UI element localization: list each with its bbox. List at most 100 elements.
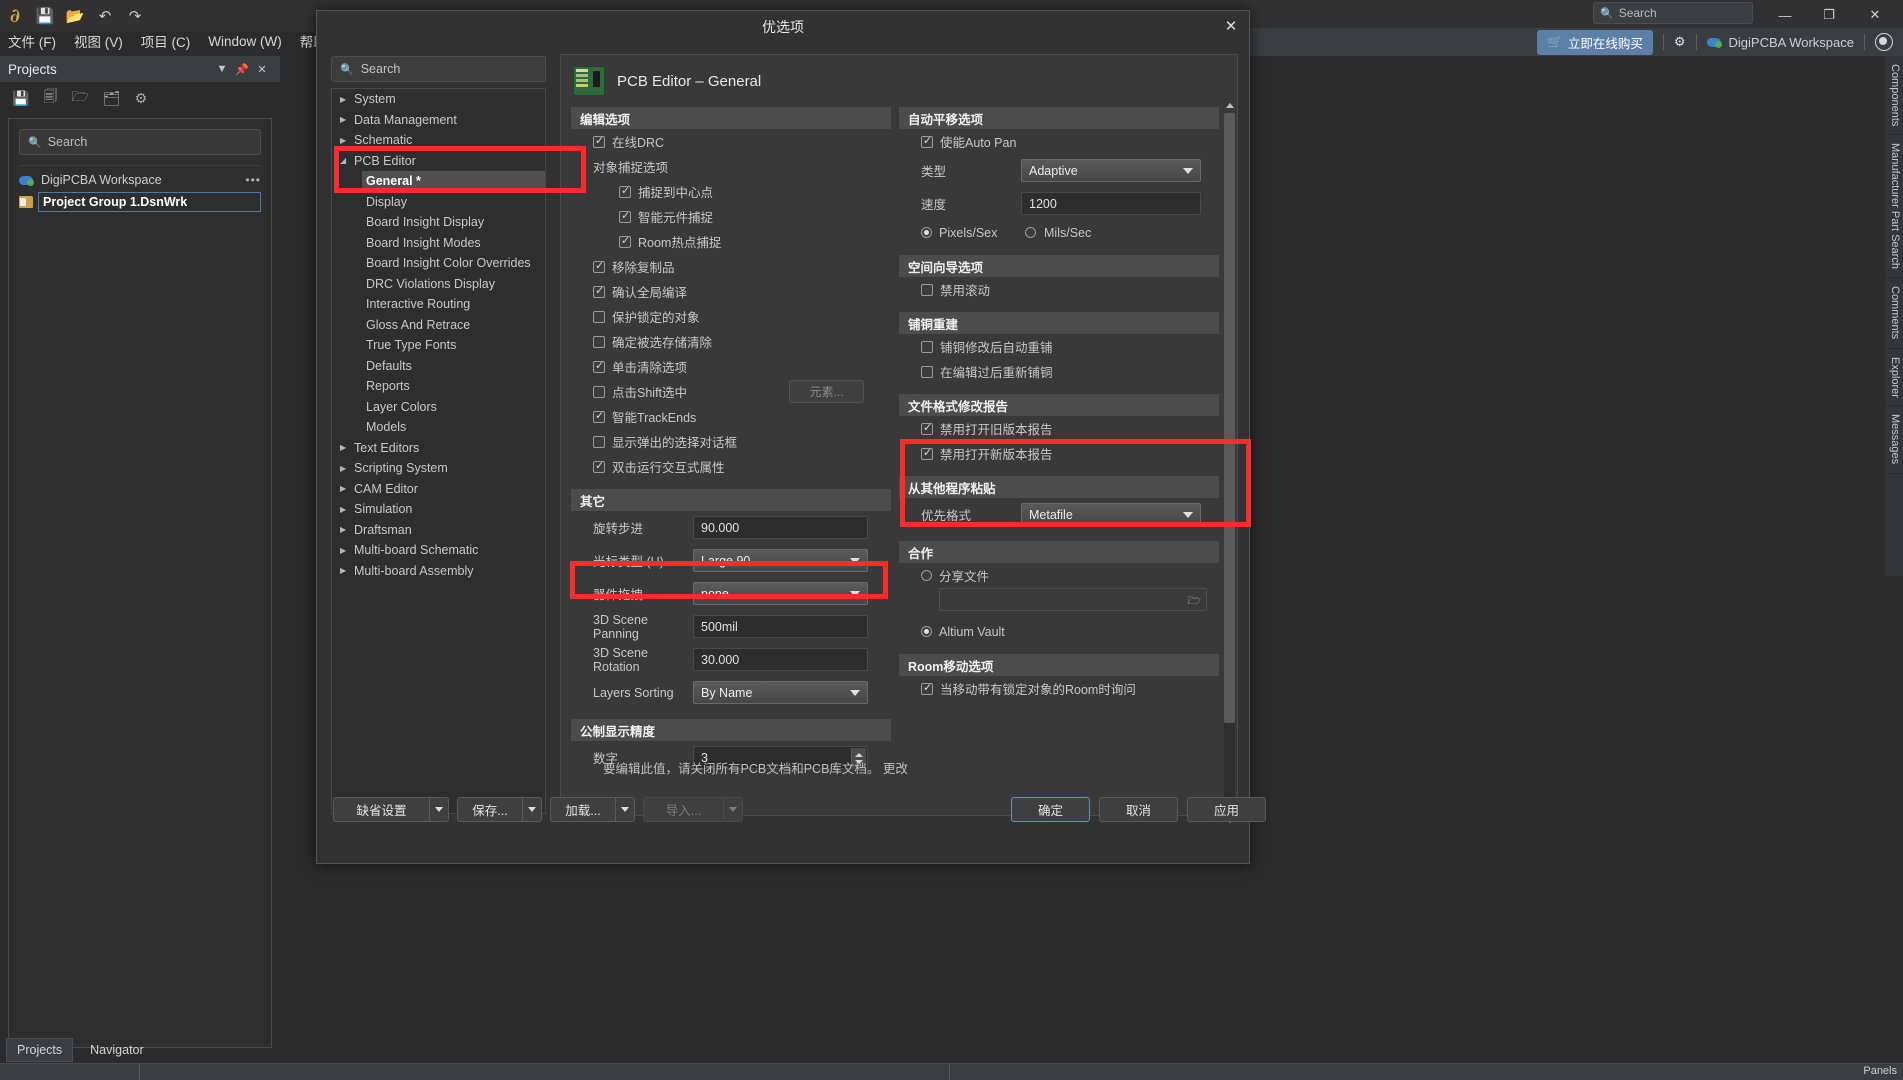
load-dropdown-arrow[interactable] bbox=[615, 797, 635, 822]
checkbox-icon[interactable] bbox=[921, 446, 933, 460]
tree-node-display[interactable]: Display bbox=[332, 192, 545, 213]
tab-messages[interactable]: Messages bbox=[1885, 406, 1903, 474]
tree-node-multi-board-schematic[interactable]: ▶ Multi-board Schematic bbox=[332, 540, 545, 561]
list-item-workspace[interactable]: DigiPCBA Workspace ••• bbox=[9, 170, 271, 190]
checkbox-row-room-hotspot-snap[interactable]: Room热点捕捉 bbox=[571, 229, 891, 254]
checkbox-row-confirm-global-edit[interactable]: 确认全局编译 bbox=[571, 279, 891, 304]
buy-online-button[interactable]: 🛒 立即在线购买 bbox=[1537, 29, 1653, 55]
tree-node-pcb-editor[interactable]: ◢ PCB Editor bbox=[332, 151, 545, 172]
open-project-icon[interactable]: 🗁 bbox=[71, 86, 88, 110]
maximize-button[interactable]: ❐ bbox=[1807, 0, 1851, 30]
tree-node-general[interactable]: General * bbox=[362, 171, 545, 192]
radio-icon-shared-file[interactable] bbox=[921, 570, 932, 581]
load-split-button[interactable]: 加载... bbox=[550, 797, 635, 822]
checkbox-row-disable-old-version-report[interactable]: 禁用打开旧版本报告 bbox=[899, 416, 1219, 441]
list-item-project-group[interactable]: Project Group 1.DsnWrk bbox=[38, 192, 261, 212]
component-drag-select[interactable]: none bbox=[693, 582, 868, 605]
checkbox-row-double-click-properties[interactable]: 双击运行交互式属性 bbox=[571, 454, 891, 479]
defaults-dropdown-arrow[interactable] bbox=[429, 797, 449, 822]
tree-node-draftsman[interactable]: ▶ Draftsman bbox=[332, 520, 545, 541]
checkbox-icon[interactable] bbox=[593, 459, 605, 473]
recent-project-icon[interactable]: 🗂 bbox=[103, 90, 121, 107]
checkbox-icon[interactable] bbox=[593, 259, 605, 273]
checkbox-icon[interactable] bbox=[593, 310, 605, 323]
tree-node-schematic[interactable]: ▶ Schematic bbox=[332, 130, 545, 151]
cursor-type-select[interactable]: Large 90 bbox=[693, 549, 868, 572]
content-scrollbar[interactable] bbox=[1224, 103, 1235, 823]
tab-navigator[interactable]: Navigator bbox=[79, 1038, 155, 1062]
preferences-search-input[interactable]: 🔍 Search bbox=[331, 56, 546, 82]
checkbox-icon[interactable] bbox=[921, 681, 933, 695]
tree-node-layer-colors[interactable]: Layer Colors bbox=[332, 397, 545, 418]
save-icon[interactable]: 💾 bbox=[30, 3, 60, 29]
tree-node-system[interactable]: ▶ System bbox=[332, 89, 545, 110]
browse-folder-icon[interactable]: 🗁 bbox=[1187, 592, 1201, 611]
checkbox-icon[interactable] bbox=[593, 435, 605, 448]
radio-icon-mils[interactable] bbox=[1025, 227, 1036, 238]
save-split-button[interactable]: 保存... bbox=[457, 797, 542, 822]
checkbox-icon[interactable] bbox=[593, 284, 605, 298]
tab-manufacturer-part-search[interactable]: Manufacturer Part Search bbox=[1885, 135, 1903, 279]
checkbox-icon[interactable] bbox=[593, 359, 605, 373]
tree-node-text-editors[interactable]: ▶ Text Editors bbox=[332, 438, 545, 459]
checkbox-row-enable-autopan[interactable]: 使能Auto Pan bbox=[899, 129, 1219, 154]
checkbox-icon[interactable] bbox=[921, 134, 933, 148]
autopan-speed-input[interactable]: 1200 bbox=[1021, 192, 1201, 215]
projects-gear-icon[interactable]: ⚙ bbox=[135, 90, 148, 107]
checkbox-row-protect-locked-objects[interactable]: 保护锁定的对象 bbox=[571, 304, 891, 329]
checkbox-row-ask-when-moving-room[interactable]: 当移动带有锁定对象的Room时询问 bbox=[899, 676, 1219, 701]
checkbox-row-smart-component-snap[interactable]: 智能元件捕捉 bbox=[571, 204, 891, 229]
minimize-button[interactable]: — bbox=[1763, 0, 1807, 30]
scrollbar-thumb[interactable] bbox=[1224, 113, 1235, 723]
layers-sorting-select[interactable]: By Name bbox=[693, 681, 868, 704]
chevron-down-icon[interactable]: ▼ bbox=[212, 63, 232, 75]
tab-components[interactable]: Components bbox=[1885, 56, 1903, 136]
checkbox-icon[interactable] bbox=[619, 209, 631, 223]
settings-gear-icon[interactable]: ⚙ bbox=[1674, 34, 1686, 50]
tree-node-scripting-system[interactable]: ▶ Scripting System bbox=[332, 458, 545, 479]
projects-search-input[interactable]: 🔍 Search bbox=[19, 129, 261, 155]
checkbox-row-shift-click-to-select[interactable]: 点击Shift选中 元素... bbox=[571, 379, 891, 404]
checkbox-row-remove-duplicates[interactable]: 移除复制品 bbox=[571, 254, 891, 279]
save-project-icon[interactable]: 💾 bbox=[12, 90, 29, 107]
checkbox-row-snap-to-center[interactable]: 捕捉到中心点 bbox=[571, 179, 891, 204]
checkbox-row-disable-new-version-report[interactable]: 禁用打开新版本报告 bbox=[899, 441, 1219, 466]
checkbox-row-auto-rebuild-polygon[interactable]: 铺铜修改后自动重铺 bbox=[899, 334, 1219, 359]
tree-node-board-insight-modes[interactable]: Board Insight Modes bbox=[332, 233, 545, 254]
load-button[interactable]: 加载... bbox=[550, 797, 615, 822]
tree-node-data-management[interactable]: ▶ Data Management bbox=[332, 110, 545, 131]
menu-item-file[interactable]: 文件 (F) bbox=[8, 31, 56, 51]
checkbox-icon[interactable] bbox=[593, 385, 605, 398]
checkbox-icon[interactable] bbox=[593, 134, 605, 148]
workspace-button[interactable]: DigiPCBA Workspace bbox=[1706, 35, 1854, 50]
checkbox-row-confirm-selection-memory-clear[interactable]: 确定被选存储清除 bbox=[571, 329, 891, 354]
tree-node-cam-editor[interactable]: ▶ CAM Editor bbox=[332, 479, 545, 500]
user-avatar-icon[interactable] bbox=[1875, 33, 1893, 51]
tree-node-board-insight-display[interactable]: Board Insight Display bbox=[332, 212, 545, 233]
scroll-up-arrow-icon[interactable] bbox=[1224, 100, 1235, 111]
autopan-style-select[interactable]: Adaptive bbox=[1021, 159, 1201, 182]
menu-item-view[interactable]: 视图 (V) bbox=[74, 31, 123, 51]
undo-icon[interactable]: ↶ bbox=[90, 3, 120, 29]
tree-node-interactive-routing[interactable]: Interactive Routing bbox=[332, 294, 545, 315]
apply-button[interactable]: 应用 bbox=[1187, 797, 1266, 822]
checkbox-icon[interactable] bbox=[921, 421, 933, 435]
close-icon[interactable]: ✕ bbox=[252, 63, 272, 76]
checkbox-icon[interactable] bbox=[921, 365, 933, 378]
tree-node-board-insight-color-overrides[interactable]: Board Insight Color Overrides bbox=[332, 253, 545, 274]
scene-panning-input[interactable]: 500mil bbox=[693, 615, 868, 638]
checkbox-icon[interactable] bbox=[921, 340, 933, 353]
checkbox-icon[interactable] bbox=[593, 335, 605, 348]
primitives-button[interactable]: 元素... bbox=[789, 380, 864, 403]
checkbox-icon[interactable] bbox=[619, 184, 631, 198]
checkbox-row-click-clears-selection[interactable]: 单击清除选项 bbox=[571, 354, 891, 379]
tree-node-models[interactable]: Models bbox=[332, 417, 545, 438]
save-dropdown-arrow[interactable] bbox=[522, 797, 542, 822]
tree-node-true-type-fonts[interactable]: True Type Fonts bbox=[332, 335, 545, 356]
defaults-button[interactable]: 缺省设置 bbox=[333, 797, 429, 822]
defaults-split-button[interactable]: 缺省设置 bbox=[333, 797, 449, 822]
checkbox-row-smart-trackends[interactable]: 智能TrackEnds bbox=[571, 404, 891, 429]
checkbox-row-repour-after-edit[interactable]: 在编辑过后重新铺铜 bbox=[899, 359, 1219, 384]
tab-projects[interactable]: Projects bbox=[6, 1038, 74, 1062]
redo-icon[interactable]: ↷ bbox=[120, 3, 150, 29]
